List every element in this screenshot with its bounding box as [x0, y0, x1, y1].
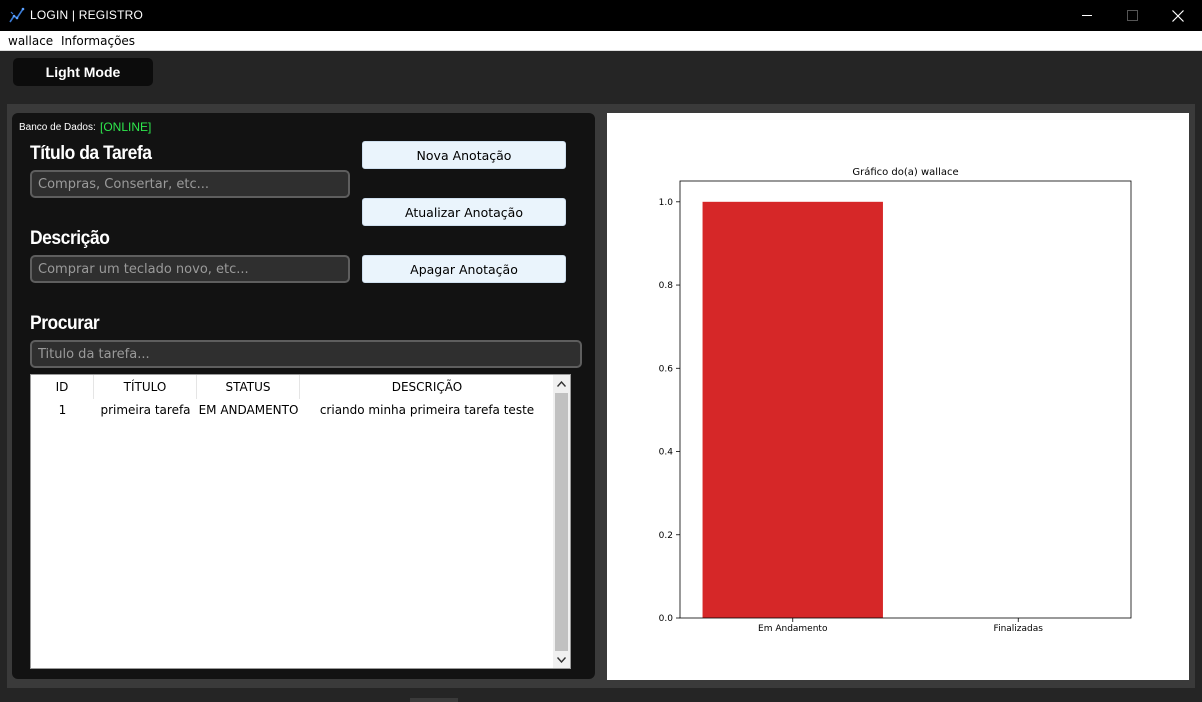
task-title-input[interactable] [30, 170, 350, 198]
chevron-up-icon [557, 380, 566, 387]
maximize-icon [1126, 10, 1138, 21]
bar-0 [702, 201, 883, 619]
maximize-button[interactable] [1109, 0, 1155, 31]
description-label: Descrição [30, 228, 110, 249]
chevron-down-icon [557, 656, 566, 663]
tasks-table[interactable]: ID TÍTULO STATUS DESCRIÇÃO 1 primeira ta… [30, 374, 571, 669]
minimize-button[interactable] [1064, 0, 1110, 31]
bottom-tab [410, 698, 458, 702]
title-bar: LOGIN | REGISTRO [0, 0, 1202, 31]
y-tick-label-2: 0.4 [659, 448, 674, 458]
x-tick-label-0: Em Andamento [758, 624, 828, 634]
delete-note-button[interactable]: Apagar Anotação [362, 255, 566, 283]
scroll-thumb[interactable] [555, 393, 568, 651]
menu-item-info[interactable]: Informações [61, 34, 135, 48]
cell-description: criando minha primeira tarefa teste [319, 403, 535, 417]
scroll-up-button[interactable] [553, 375, 570, 392]
x-tick-label-1: Finalizadas [994, 624, 1044, 634]
y-tick-label-4: 0.8 [659, 281, 674, 291]
cell-status: EM ANDAMENTO [198, 403, 299, 417]
y-tick-label-1: 0.2 [659, 531, 673, 541]
database-label: Banco de Dados: [19, 122, 96, 133]
description-input[interactable] [30, 255, 350, 283]
y-tick-label-3: 0.6 [659, 364, 674, 374]
menu-bar: wallace Informações [0, 31, 1202, 51]
app-icon [9, 7, 25, 23]
table-scrollbar[interactable] [553, 375, 570, 668]
close-button[interactable] [1155, 0, 1201, 31]
y-tick-label-0: 0.0 [659, 614, 674, 624]
light-mode-button[interactable]: Light Mode [13, 58, 153, 86]
column-header-id[interactable]: ID [31, 375, 94, 399]
update-note-button[interactable]: Atualizar Anotação [362, 198, 566, 226]
search-input[interactable] [30, 340, 582, 368]
minimize-icon [1081, 15, 1092, 16]
y-tick-label-5: 1.0 [659, 198, 674, 208]
table-header: ID TÍTULO STATUS DESCRIÇÃO [31, 375, 554, 399]
column-header-title[interactable]: TÍTULO [94, 375, 197, 399]
search-label: Procurar [30, 313, 100, 334]
task-title-label: Título da Tarefa [30, 143, 152, 164]
chart-panel: Gráfico do(a) wallace Em Andamento Finaliz… [607, 113, 1189, 680]
close-icon [1172, 9, 1184, 22]
window-title: LOGIN | REGISTRO [30, 8, 143, 22]
new-note-button[interactable]: Nova Anotação [362, 141, 566, 169]
cell-id: 1 [58, 403, 67, 417]
column-header-description[interactable]: DESCRIÇÃO [300, 375, 554, 399]
table-row[interactable]: 1 primeira tarefa EM ANDAMENTO criando m… [31, 401, 554, 419]
chart-title: Gráfico do(a) wallace [852, 166, 958, 178]
bar-chart: Gráfico do(a) wallace Em Andamento Finaliz… [659, 166, 1132, 634]
database-status: [ONLINE] [100, 120, 152, 134]
scroll-down-button[interactable] [553, 651, 570, 668]
column-header-status[interactable]: STATUS [197, 375, 300, 399]
menu-item-user[interactable]: wallace [8, 34, 53, 48]
cell-title: primeira tarefa [100, 403, 191, 417]
